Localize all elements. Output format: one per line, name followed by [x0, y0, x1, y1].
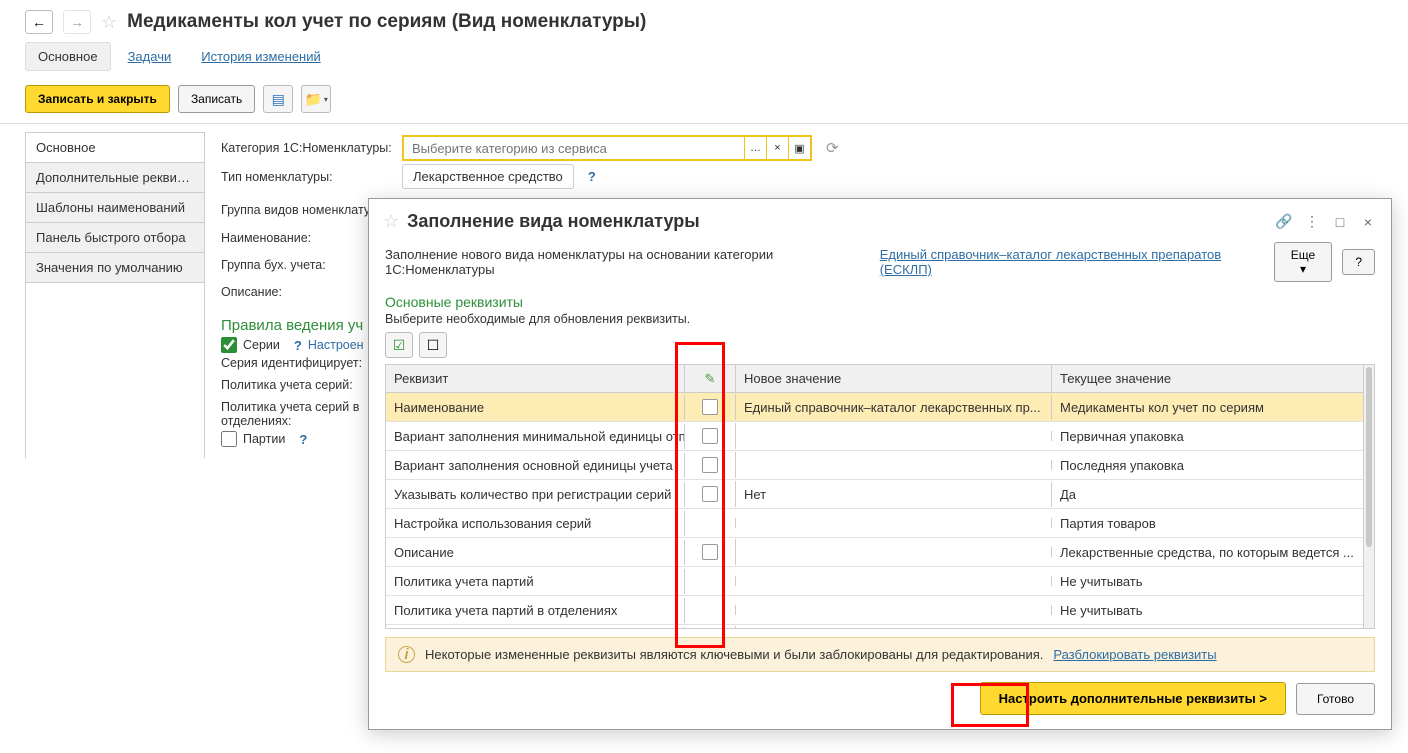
check-all-button[interactable]: ☑ [385, 332, 413, 358]
col-current: Текущее значение [1052, 365, 1363, 392]
tab-history[interactable]: История изменений [188, 42, 334, 71]
page-title: Медикаменты кол учет по сериям (Вид номе… [127, 11, 646, 33]
col-edit: ✎ [685, 365, 736, 392]
policy-label: Политика учета серий: [221, 378, 366, 392]
table-row[interactable]: НаименованиеЕдиный справочник–каталог ле… [386, 393, 1363, 422]
table-row[interactable]: Указывать количество при регистрации сер… [386, 480, 1363, 509]
party-label: Партии [243, 432, 285, 446]
refresh-icon[interactable]: ⟳ [826, 139, 839, 157]
sidebar-item-filter[interactable]: Панель быстрого отбора [26, 223, 204, 253]
section-hint: Выберите необходимые для обновления рекв… [369, 312, 1391, 332]
esklp-link[interactable]: Единый справочник–каталог лекарственных … [880, 247, 1264, 277]
category-field[interactable]: … × ▣ [402, 135, 812, 161]
save-close-button[interactable]: Записать и закрыть [25, 85, 170, 113]
close-icon[interactable]: × [1359, 213, 1377, 231]
table-row[interactable]: Настройка использования серийПартия това… [386, 509, 1363, 538]
col-new: Новое значение [736, 365, 1052, 392]
category-label: Категория 1С:Номенклатуры: [221, 141, 396, 155]
type-label: Тип номенклатуры: [221, 170, 396, 184]
col-requisite: Реквизит [386, 365, 685, 392]
fill-type-modal: ☆ Заполнение вида номенклатуры 🔗 ⋮ □ × З… [368, 198, 1392, 730]
table-row[interactable]: Вариант заполнения основной единицы учет… [386, 451, 1363, 480]
policy2-label: Политика учета серий в отделениях: [221, 400, 366, 428]
modal-subtitle: Заполнение нового вида номенклатуры на о… [385, 247, 870, 277]
forward-button[interactable]: → [63, 10, 91, 34]
modal-title: Заполнение вида номенклатуры [407, 211, 699, 232]
help-icon[interactable]: ? [294, 338, 302, 353]
help-button[interactable]: ? [1342, 249, 1375, 275]
row-checkbox[interactable] [702, 428, 718, 444]
row-checkbox[interactable] [702, 544, 718, 560]
row-checkbox[interactable] [702, 399, 718, 415]
clear-icon[interactable]: × [766, 137, 788, 159]
sidebar-item-defaults[interactable]: Значения по умолчанию [26, 253, 204, 283]
party-checkbox[interactable] [221, 431, 237, 447]
uncheck-all-button[interactable]: ☐ [419, 332, 447, 358]
open-icon[interactable]: … [744, 137, 766, 159]
expand-icon[interactable]: ▣ [788, 137, 810, 159]
configure-attrs-button[interactable]: Настроить дополнительные реквизиты > [980, 682, 1286, 715]
scrollbar[interactable] [1363, 365, 1374, 628]
series-ident-label: Серия идентифицирует: [221, 356, 371, 370]
series-label: Серии [243, 338, 280, 352]
help-icon[interactable]: ? [299, 432, 307, 447]
table-row[interactable]: Политика учета партийНе учитывать [386, 567, 1363, 596]
sidebar-item-templates[interactable]: Шаблоны наименований [26, 193, 204, 223]
kebab-icon[interactable]: ⋮ [1303, 213, 1321, 231]
sidebar-item-main[interactable]: Основное [26, 133, 204, 163]
unlock-link[interactable]: Разблокировать реквизиты [1053, 647, 1216, 662]
tab-main[interactable]: Основное [25, 42, 111, 71]
category-input[interactable] [404, 138, 744, 159]
table-row[interactable]: Политика учета партий в отделенияхНе учи… [386, 596, 1363, 625]
maximize-icon[interactable]: □ [1331, 213, 1349, 231]
save-button[interactable]: Записать [178, 85, 255, 113]
sidebar: Основное Дополнительные реквизиты Шаблон… [25, 132, 205, 458]
done-button[interactable]: Готово [1296, 683, 1375, 715]
list-icon-button[interactable]: ▤ [263, 85, 293, 113]
pencil-icon: ✎ [705, 371, 716, 387]
table-row[interactable]: ОписаниеЛекарственные средства, по котор… [386, 538, 1363, 567]
back-button[interactable]: ← [25, 10, 53, 34]
sidebar-item-attrs[interactable]: Дополнительные реквизиты [26, 163, 204, 193]
folder-dropdown-button[interactable]: 📁 [301, 85, 331, 113]
more-button[interactable]: Еще ▾ [1274, 242, 1333, 282]
section-header: Основные реквизиты [369, 286, 1391, 312]
tab-tasks[interactable]: Задачи [115, 42, 185, 71]
type-value[interactable]: Лекарственное средство [402, 164, 574, 189]
help-icon[interactable]: ? [588, 169, 596, 184]
requisites-grid: Реквизит ✎ Новое значение Текущее значен… [385, 364, 1375, 629]
info-text: Некоторые измененные реквизиты являются … [425, 647, 1043, 662]
link-icon[interactable]: 🔗 [1275, 213, 1293, 231]
row-checkbox[interactable] [702, 457, 718, 473]
table-row[interactable]: Вариант заполнения минимальной единицы о… [386, 422, 1363, 451]
favorite-icon[interactable]: ☆ [101, 12, 117, 33]
series-config-link[interactable]: Настроен [308, 338, 364, 352]
info-bar: i Некоторые измененные реквизиты являютс… [385, 637, 1375, 672]
series-checkbox[interactable] [221, 337, 237, 353]
favorite-icon[interactable]: ☆ [383, 211, 399, 232]
row-checkbox[interactable] [702, 486, 718, 502]
table-row[interactable]: Шаблон наименования для печати номенклат… [386, 625, 1363, 628]
info-icon: i [398, 646, 415, 663]
